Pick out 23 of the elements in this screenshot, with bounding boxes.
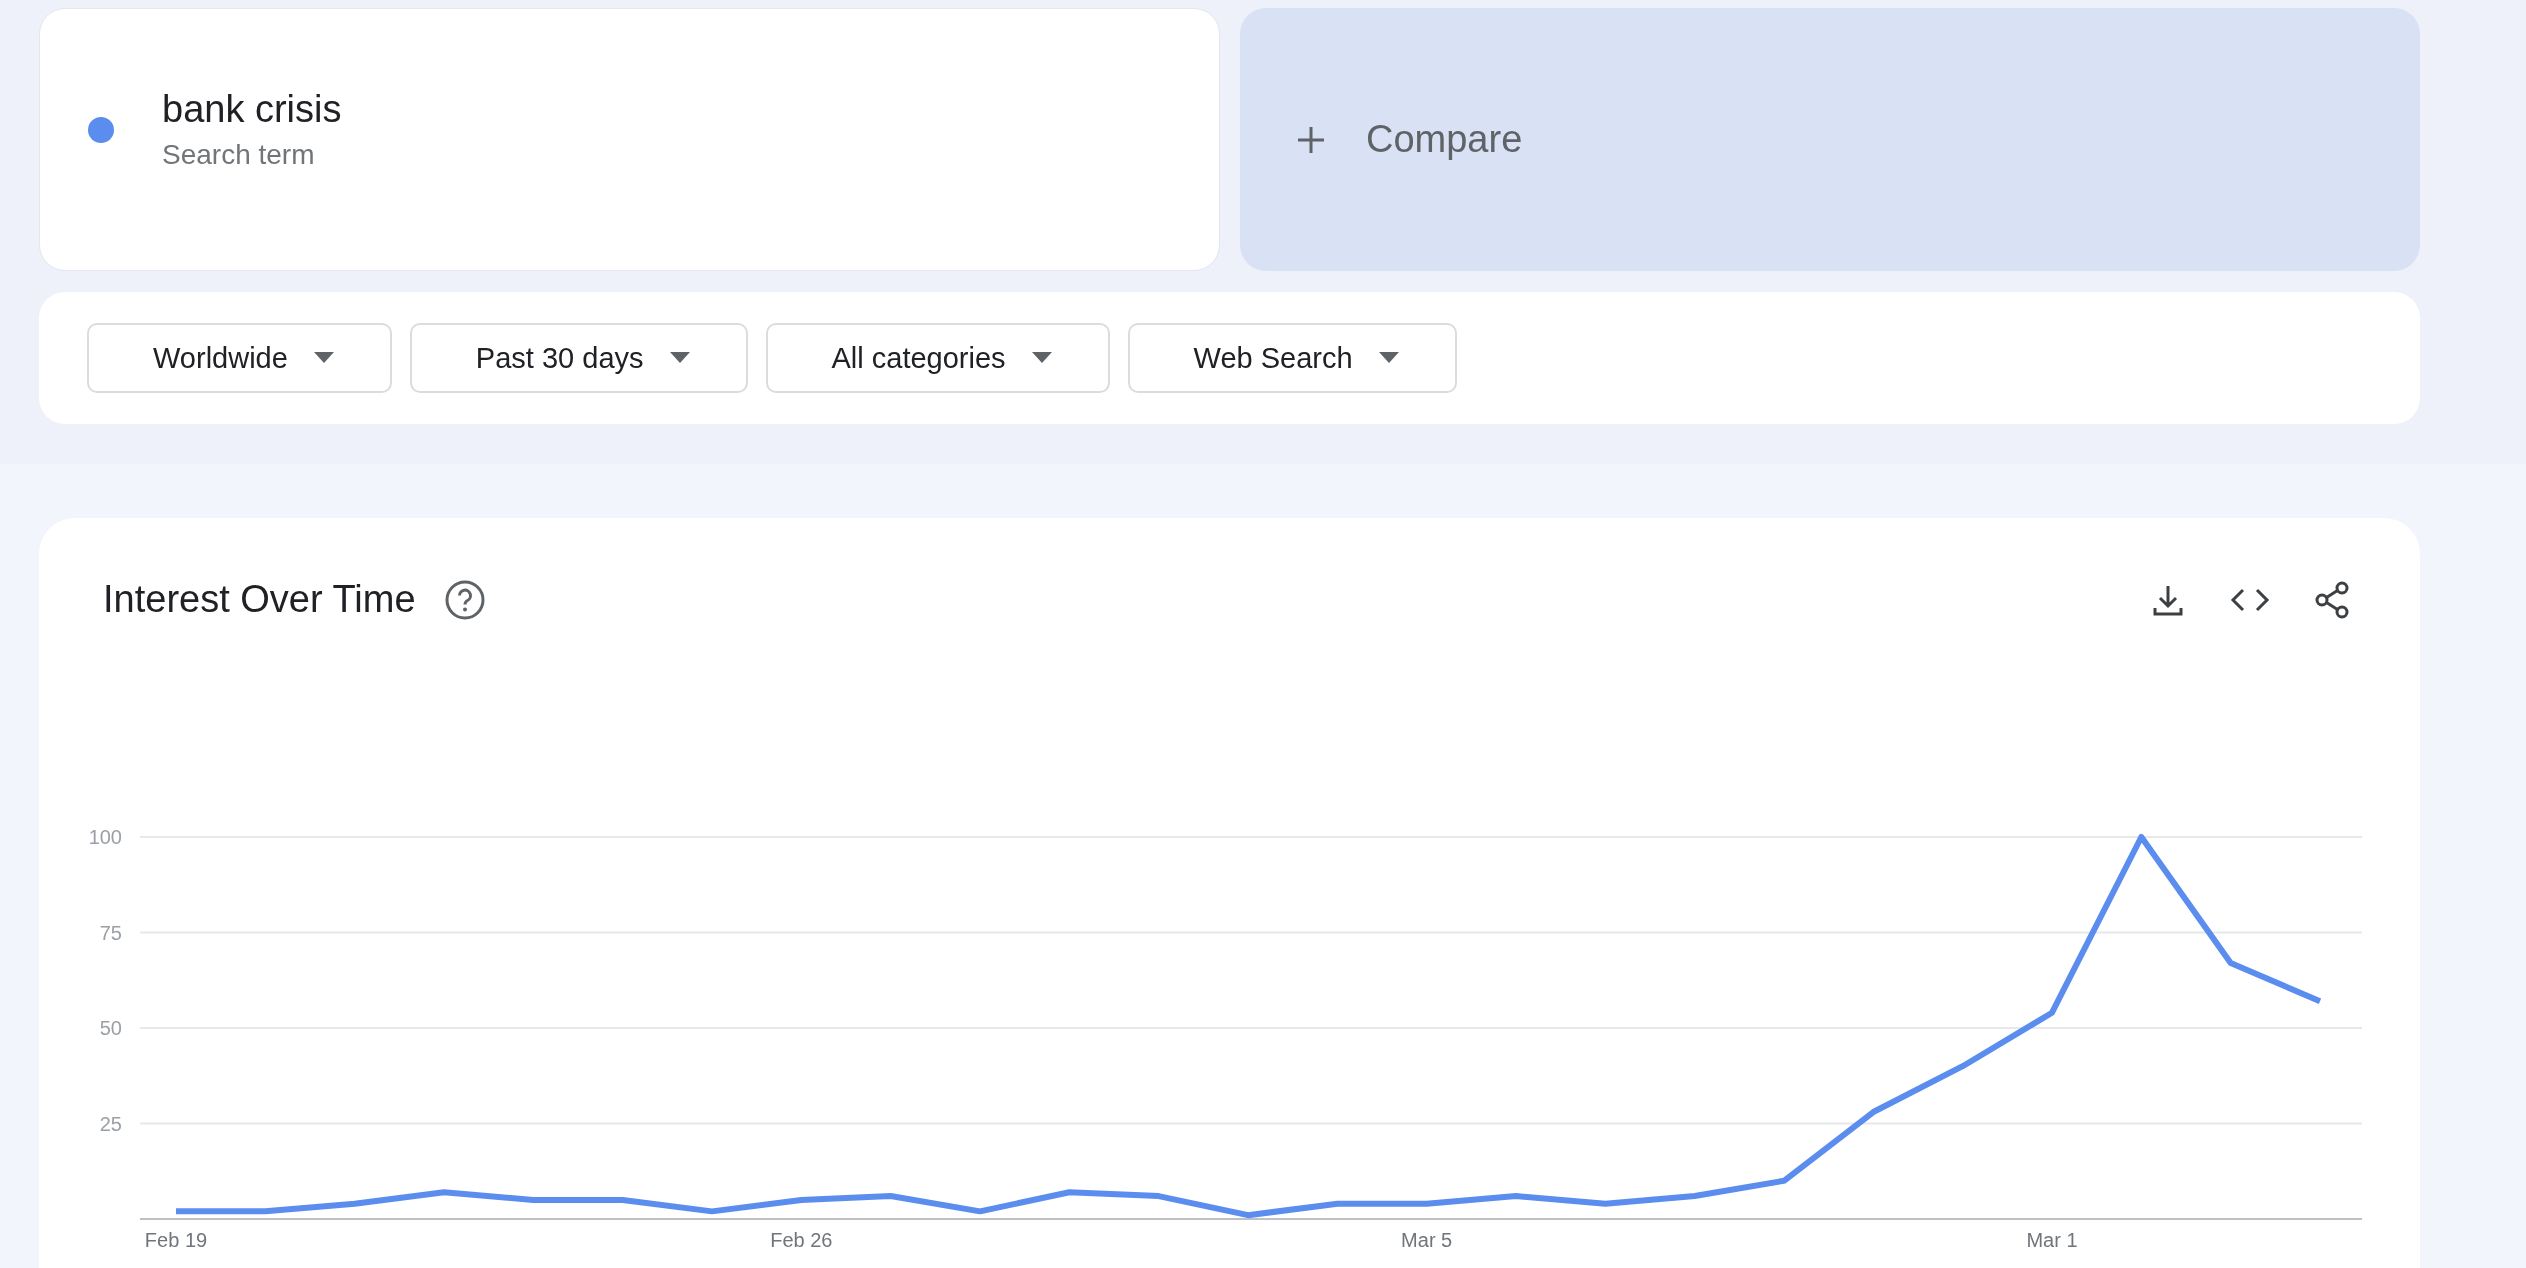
x-axis-label: Mar 5 [1401, 1229, 1453, 1251]
share-icon[interactable] [2314, 580, 2350, 619]
x-axis-label: Feb 26 [770, 1229, 833, 1251]
y-axis-label: 75 [99, 921, 122, 944]
filter-dropdown[interactable]: All categories [765, 323, 1110, 393]
filter-dropdown[interactable]: Past 30 days [409, 323, 748, 393]
caret-icon [1031, 352, 1052, 364]
search-term: bank crisis [162, 88, 342, 131]
caret-icon [669, 352, 690, 364]
y-axis-label: 50 [99, 1017, 122, 1039]
filter-dropdown[interactable]: Worldwide [87, 323, 392, 393]
chart-title: Interest Over Time [103, 578, 416, 621]
help-icon[interactable] [443, 578, 486, 621]
caret-icon [313, 352, 334, 364]
y-axis-label: 25 [99, 1112, 122, 1135]
caret-icon [1378, 352, 1399, 364]
y-axis-label: 100 [88, 826, 122, 848]
x-axis-label: Feb 19 [144, 1229, 208, 1251]
plus-icon [1296, 124, 1326, 155]
x-axis-label: Mar 1 [2026, 1229, 2078, 1251]
compare-button[interactable]: Compare [1240, 8, 2420, 271]
filter-dropdown[interactable]: Web Search [1127, 323, 1457, 393]
search-term-caption: Search term [162, 139, 316, 171]
